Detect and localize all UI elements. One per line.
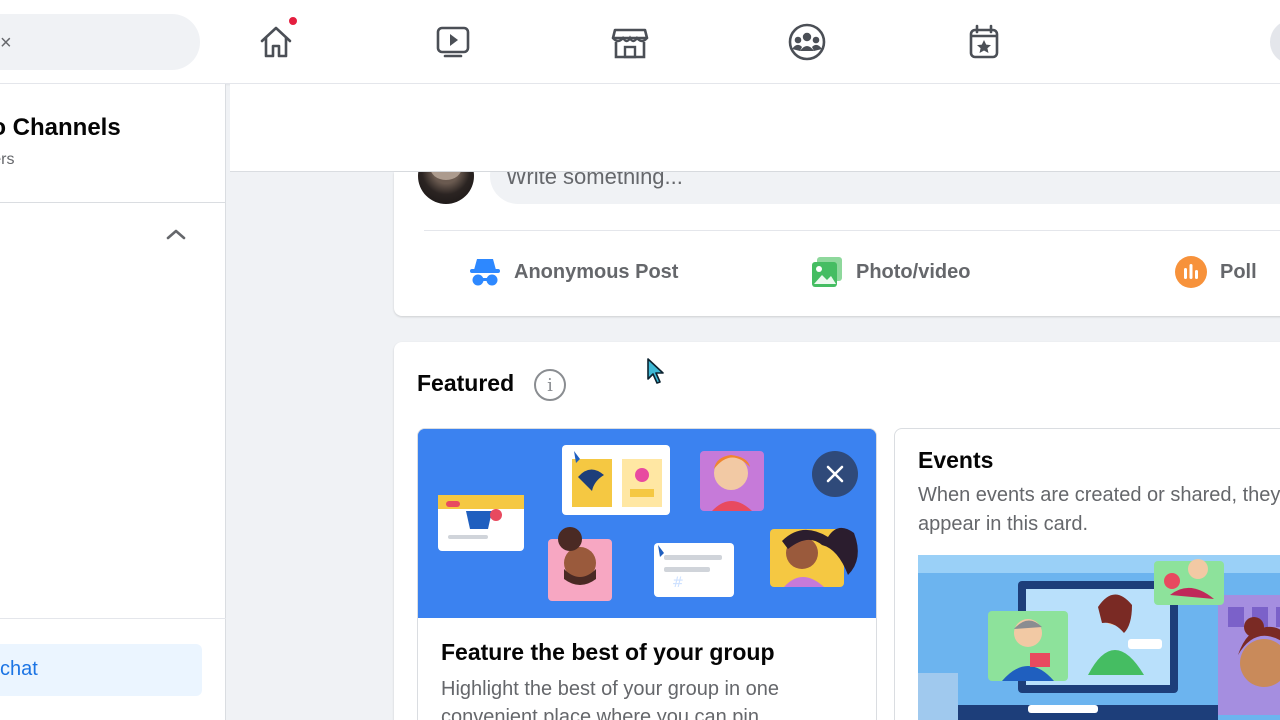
mouse-cursor-icon: [647, 358, 664, 384]
photo-video-label: Photo/video: [856, 260, 971, 283]
group-member-count: mbers: [0, 151, 15, 168]
poll-label: Poll: [1220, 260, 1257, 283]
feature-best-card[interactable]: # Feature the best of your group Highlig…: [417, 428, 877, 720]
svg-text:#: #: [672, 575, 684, 591]
nav-marketplace-tab[interactable]: [606, 18, 654, 66]
watch-icon: [436, 26, 470, 58]
notification-dot: [287, 15, 299, 27]
nav-home-tab[interactable]: [252, 15, 300, 66]
clear-search-icon[interactable]: ×: [0, 32, 12, 55]
create-chat-button[interactable]: chat: [0, 644, 202, 696]
group-header-strip: [230, 84, 1280, 172]
divider: [0, 618, 226, 619]
collapse-section-button[interactable]: [160, 218, 192, 250]
events-illustration: [918, 555, 1280, 720]
feature-illustration: #: [418, 429, 876, 618]
divider: [424, 230, 1280, 231]
feature-card-heading: Feature the best of your group: [441, 639, 775, 665]
feature-card-description: Highlight the best of your group in one …: [441, 678, 779, 720]
write-post-input[interactable]: Write something...: [490, 172, 1280, 204]
events-card-title: Events: [918, 447, 994, 473]
featured-section: Featured i # Feature the best of your gr…: [394, 342, 1280, 720]
chat-button-label: chat: [0, 658, 38, 680]
anonymous-post-button[interactable]: Anonymous Post: [468, 254, 678, 290]
top-navigation-bar: ×: [0, 0, 1280, 84]
poll-icon: [1175, 256, 1207, 288]
events-illustration-art: [918, 555, 1280, 720]
events-card[interactable]: Events When events are created or shared…: [894, 428, 1280, 720]
close-icon: [826, 465, 844, 483]
user-avatar[interactable]: [418, 172, 474, 204]
chevron-up-icon: [166, 229, 186, 240]
groups-icon: [788, 23, 826, 61]
marketplace-icon: [611, 28, 649, 59]
gaming-icon: [969, 24, 999, 59]
group-name[interactable]: eo Channels: [0, 114, 121, 142]
anonymous-post-label: Anonymous Post: [514, 260, 679, 283]
nav-groups-tab[interactable]: [783, 18, 831, 66]
divider: [0, 202, 226, 203]
photo-video-button[interactable]: Photo/video: [810, 254, 970, 290]
write-post-placeholder: Write something...: [506, 172, 683, 189]
poll-button[interactable]: Poll: [1174, 254, 1257, 290]
info-icon[interactable]: i: [534, 369, 566, 401]
group-sidebar: eo Channels mbers chat: [0, 84, 226, 720]
events-card-description: When events are created or shared, they …: [918, 484, 1280, 535]
featured-title: Featured: [417, 370, 515, 396]
search-field[interactable]: ×: [0, 14, 200, 70]
nav-watch-tab[interactable]: [429, 18, 477, 66]
feature-illustration-art: #: [418, 429, 876, 618]
nav-gaming-tab[interactable]: [960, 18, 1008, 66]
account-avatar[interactable]: [1270, 20, 1280, 64]
photo-icon: [812, 257, 842, 287]
post-composer: Write something... Anonymous Post Photo/…: [394, 172, 1280, 316]
home-icon: [260, 26, 292, 58]
incognito-icon: [470, 259, 500, 286]
close-feature-card-button[interactable]: [812, 451, 858, 497]
